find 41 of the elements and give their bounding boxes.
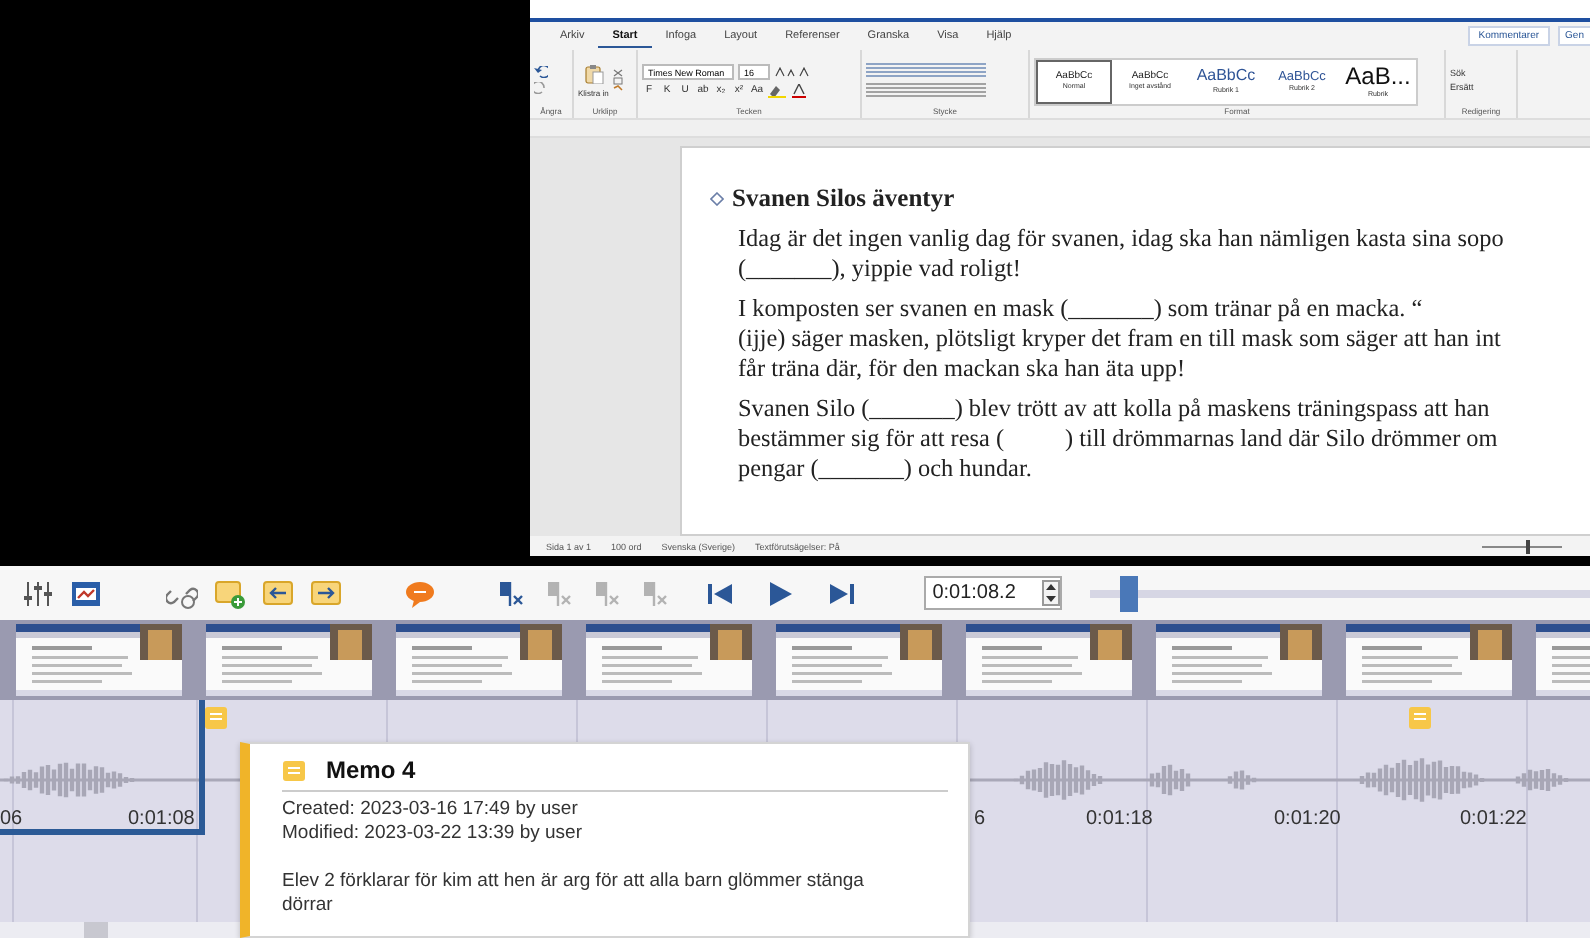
document-text-line: bestämmer sig för att resa ( ) till drömmarnas land där Silo drömmer om [738,424,1498,454]
time-label: 06 [0,808,23,830]
highlighter-icon[interactable] [768,83,788,97]
time-label: 0:01:22 [1460,808,1527,830]
time-label: 6 [974,808,986,830]
memo-icon [282,759,306,781]
document-text-line: får träna där, för den mackan ska han äta upp! [738,354,1186,384]
document-heading: Svanen Silos äventyr [732,184,955,214]
document-text-line: I komposten ser svanen en mask (_______) som tränar på en macka. “ [738,294,1423,324]
note-left-icon[interactable] [262,577,295,609]
play-icon[interactable] [764,577,797,609]
speech-bubble-icon[interactable] [403,577,436,609]
time-label: 0:01:08 [128,808,195,830]
note-right-icon[interactable] [310,577,343,609]
timecode-field[interactable]: 0:01:08.2 [924,576,1063,610]
spinner-icon[interactable] [1042,580,1061,606]
memo-marker-icon[interactable] [1408,706,1432,730]
document-text-line: Svanen Silo (_______) blev trött av att kolla på maskens träningspass att han [738,394,1490,424]
diamond-icon [710,192,724,206]
time-label: 0:01:20 [1274,808,1341,830]
document-text-line: Idag är det ingen vanlig dag för svanen, idag ska han nämligen kasta sina sopo [738,224,1504,254]
sliders-icon[interactable] [21,577,54,609]
zoom-slider-thumb[interactable] [1120,575,1139,611]
modified-text: Modified: 2023-03-22 13:39 by user [282,822,584,846]
memo-text: Elev 2 förklarar för kim att hen är arg för att alla barn glömmer stänga dörrar [282,870,866,918]
time-label: 0:01:18 [1086,808,1153,830]
document-text-line: (ijje) säger masken, plötsligt kryper det fram en till mask som säger att han int [738,324,1501,354]
created-text: Created: 2023-03-16 17:49 by user [282,798,580,822]
clipboard-tools-icon[interactable] [612,68,625,92]
note-add-icon[interactable] [214,577,247,609]
paste-icon[interactable] [583,63,604,83]
undo-icon[interactable] [534,66,548,78]
font-color-icon[interactable] [792,83,806,97]
font-size-icon[interactable] [774,65,810,77]
memo-marker-icon[interactable] [204,706,228,730]
film-icon[interactable] [69,577,102,609]
document-text-line: pengar (_______) och hundar. [738,454,1032,484]
memo-title: Memo 4 [326,756,416,784]
document-text-line: (_______), yippie vad roligt! [738,254,1021,284]
marker-icon[interactable] [495,577,528,609]
scrollbar-thumb[interactable] [84,922,108,938]
